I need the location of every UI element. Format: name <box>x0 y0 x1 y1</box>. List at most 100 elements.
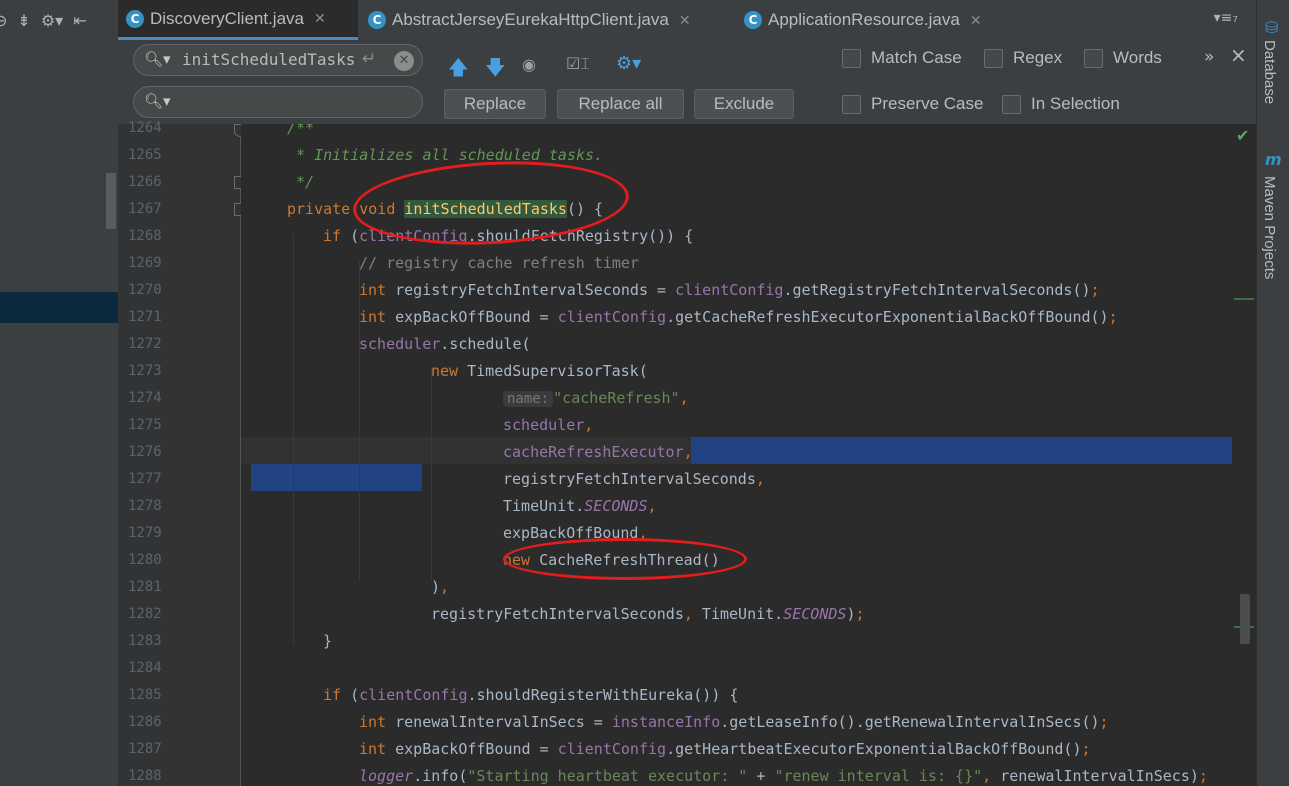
close-icon[interactable]: ✕ <box>970 12 982 29</box>
code-line: scheduler, <box>503 416 594 434</box>
line-number: 1268 <box>128 228 162 244</box>
close-find-icon[interactable]: × <box>1230 43 1247 67</box>
tab-discoveryclient[interactable]: C DiscoveryClient.java ✕ <box>118 0 358 40</box>
project-scrollbar[interactable] <box>106 173 116 229</box>
preserve-case-checkbox[interactable]: Preserve Case <box>842 94 983 114</box>
project-panel <box>0 40 118 786</box>
in-selection-checkbox[interactable]: In Selection <box>1002 94 1120 114</box>
line-number: 1265 <box>128 147 162 163</box>
close-icon[interactable]: ✕ <box>314 10 326 27</box>
new-line-icon[interactable]: ↵ <box>362 49 376 69</box>
code-line: /** <box>287 124 315 137</box>
line-number: 1278 <box>128 498 162 514</box>
clear-search-icon[interactable]: ✕ <box>394 51 414 71</box>
tab-label: AbstractJerseyEurekaHttpClient.java <box>392 10 669 29</box>
regex-checkbox[interactable]: Regex <box>984 48 1062 68</box>
line-number: 1284 <box>128 660 162 676</box>
search-settings-gear-icon[interactable]: ⚙▾ <box>616 53 641 74</box>
search-field[interactable]: 🔍︎▾ initScheduledTasks ↵ ✕ <box>133 44 423 76</box>
line-number: 1286 <box>128 714 162 730</box>
code-line: int renewalIntervalInSecs = instanceInfo… <box>359 713 1109 731</box>
replace-all-button[interactable]: Replace all <box>557 89 684 119</box>
line-number: 1287 <box>128 741 162 757</box>
replace-history-icon[interactable]: 🔍︎▾ <box>144 92 171 110</box>
tab-label: DiscoveryClient.java <box>150 8 304 28</box>
code-line: new TimedSupervisorTask( <box>431 362 648 380</box>
code-line: logger.info("Starting heartbeat executor… <box>359 767 1208 785</box>
search-history-icon[interactable]: 🔍︎▾ <box>144 50 171 68</box>
code-line: registryFetchIntervalSeconds, <box>503 470 765 488</box>
line-number: 1288 <box>128 768 162 784</box>
tab-label: ApplicationResource.java <box>768 10 960 29</box>
code-line: registryFetchIntervalSeconds, TimeUnit.S… <box>431 605 865 623</box>
code-line: int expBackOffBound = clientConfig.getCa… <box>359 308 1118 326</box>
checkbox-box[interactable] <box>984 48 1003 68</box>
select-all-occurrences-icon[interactable]: ◉ <box>522 55 536 74</box>
replace-button[interactable]: Replace <box>444 89 546 119</box>
database-icon[interactable]: ⛁ <box>1265 18 1278 37</box>
code-line: scheduler.schedule( <box>359 335 531 353</box>
line-number-gutter[interactable]: 1264 1265 1266 1267 1268 1269 1270 1271 … <box>118 120 247 786</box>
indent-guide <box>431 369 432 581</box>
tab-list-menu-icon[interactable]: ▾≡₇ <box>1214 10 1238 26</box>
replace-field[interactable]: 🔍︎▾ <box>133 86 423 118</box>
checkbox-box[interactable] <box>842 94 861 114</box>
globe-icon[interactable]: ⊖ <box>0 11 7 30</box>
exclude-button[interactable]: Exclude <box>694 89 794 119</box>
find-replace-panel: 🔍︎▾ initScheduledTasks ↵ ✕ 🔍︎▾ 🡅 🡇 ◉ ☑⌶ … <box>118 40 1256 125</box>
line-number: 1282 <box>128 606 162 622</box>
line-number: 1275 <box>128 417 162 433</box>
editor-scroll-thumb[interactable] <box>1240 594 1250 644</box>
line-number: 1280 <box>128 552 162 568</box>
project-selected-row[interactable] <box>0 292 118 323</box>
tab-applicationresource[interactable]: C ApplicationResource.java ✕ <box>736 0 1026 40</box>
regex-label: Regex <box>1013 48 1063 67</box>
close-icon[interactable]: ✕ <box>679 12 691 29</box>
class-icon: C <box>744 11 762 29</box>
class-icon: C <box>368 11 386 29</box>
match-case-checkbox[interactable]: Match Case <box>842 48 962 68</box>
indent-guide <box>293 234 294 644</box>
checkbox-box[interactable] <box>842 48 861 68</box>
text-selection <box>251 464 422 491</box>
line-number: 1269 <box>128 255 162 271</box>
match-case-label: Match Case <box>871 48 962 67</box>
line-number: 1271 <box>128 309 162 325</box>
line-number: 1270 <box>128 282 162 298</box>
gear-icon[interactable]: ⚙▾ <box>41 11 63 30</box>
tab-abstractjerseyeurekahttpclient[interactable]: C AbstractJerseyEurekaHttpClient.java ✕ <box>360 0 734 40</box>
line-number: 1266 <box>128 174 162 190</box>
editor-tab-bar: C DiscoveryClient.java ✕ C AbstractJerse… <box>118 0 1256 41</box>
checkbox-box[interactable] <box>1002 94 1021 114</box>
maven-icon[interactable]: m <box>1265 150 1282 169</box>
code-line: name: "cacheRefresh", <box>503 385 689 412</box>
preserve-case-label: Preserve Case <box>871 94 984 113</box>
line-number: 1276 <box>128 444 162 460</box>
check-icon: ✔ <box>1236 126 1250 145</box>
text-selection <box>691 437 1256 464</box>
code-editor[interactable]: /** * Initializes all scheduled tasks. *… <box>241 124 1256 786</box>
change-marker[interactable] <box>1234 298 1254 300</box>
maven-projects-tool-button[interactable]: Maven Projects <box>1261 176 1278 279</box>
line-number: 1285 <box>128 687 162 703</box>
project-toolbar: ⊖ ⇟ ⚙▾ ⇤ <box>0 0 118 40</box>
words-checkbox[interactable]: Words <box>1084 48 1162 68</box>
hide-icon[interactable]: ⇤ <box>73 11 86 30</box>
collapse-icon[interactable]: ⇟ <box>17 11 30 30</box>
checkbox-box[interactable] <box>1084 48 1103 68</box>
right-tool-window-bar: ⛁ Database m Maven Projects <box>1256 0 1289 786</box>
line-number: 1272 <box>128 336 162 352</box>
previous-occurrence-icon[interactable]: 🡅 <box>448 53 469 87</box>
line-number: 1281 <box>128 579 162 595</box>
line-number: 1277 <box>128 471 162 487</box>
next-occurrence-icon[interactable]: 🡇 <box>485 53 506 87</box>
line-number: 1274 <box>128 390 162 406</box>
annotation-ellipse <box>503 538 747 580</box>
more-options-icon[interactable]: » <box>1204 47 1214 67</box>
database-tool-button[interactable]: Database <box>1261 40 1278 104</box>
filter-search-results-icon[interactable]: ☑⌶ <box>566 54 590 74</box>
line-number: 1267 <box>128 201 162 217</box>
error-stripe[interactable]: ✔ <box>1232 124 1256 786</box>
search-input[interactable]: initScheduledTasks <box>182 50 355 69</box>
code-line: int expBackOffBound = clientConfig.getHe… <box>359 740 1091 758</box>
